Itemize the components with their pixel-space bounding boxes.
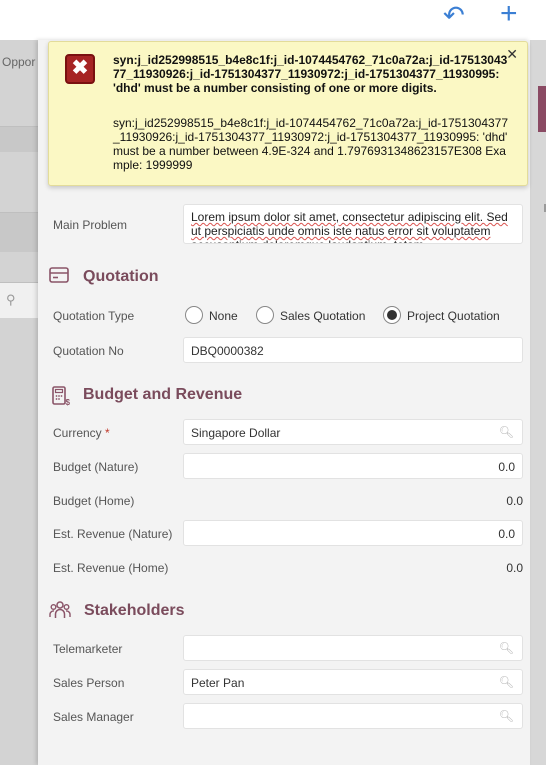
budget-section-title: Budget and Revenue [83, 386, 243, 403]
quotation-no-label: Quotation No [53, 344, 124, 358]
budget-home-label: Budget (Home) [53, 494, 135, 508]
quotation-no-field[interactable]: DBQ0000382 [183, 337, 523, 363]
search-icon[interactable]: 🔍︎ [499, 709, 514, 723]
radio-none-label[interactable]: None [209, 309, 238, 323]
radio-none[interactable] [185, 306, 203, 324]
budget-home-value: 0.0 [506, 494, 523, 508]
background-nav-label: Oppor [2, 55, 36, 69]
search-icon[interactable]: 🔍︎ [499, 641, 514, 655]
search-icon[interactable]: 🔍︎ [499, 425, 514, 439]
telemarketer-label: Telemarketer [53, 642, 123, 656]
radio-project-quotation-label[interactable]: Project Quotation [407, 309, 500, 323]
calculator-icon: $ [51, 386, 71, 409]
radio-sales-quotation-label[interactable]: Sales Quotation [280, 309, 365, 323]
currency-label: Currency * [53, 426, 110, 440]
stakeholders-section-title: Stakeholders [84, 602, 185, 619]
search-icon[interactable]: 🔍︎ [499, 675, 514, 689]
quotation-type-label: Quotation Type [53, 309, 135, 323]
sales-person-label: Sales Person [53, 676, 125, 690]
error-detail: syn:j_id252998515_b4e8c1f:j_id-107445476… [113, 116, 509, 172]
close-icon[interactable]: ✕ [506, 46, 518, 63]
svg-text:$: $ [66, 398, 71, 406]
est-revenue-nature-label: Est. Revenue (Nature) [53, 527, 173, 541]
est-revenue-nature-field[interactable]: 0.0 [183, 520, 523, 546]
error-message: ✖ ✕ syn:j_id252998515_b4e8c1f:j_id-10744… [48, 41, 528, 186]
error-icon: ✖ [65, 54, 95, 84]
radio-project-quotation[interactable] [383, 306, 401, 324]
background-accent-bar [538, 86, 546, 132]
plus-icon[interactable]: + [500, 0, 518, 29]
main-problem-label: Main Problem [53, 218, 128, 232]
budget-nature-label: Budget (Nature) [53, 460, 139, 474]
radio-sales-quotation[interactable] [256, 306, 274, 324]
sales-person-field[interactable]: Peter Pan 🔍︎ [183, 669, 523, 695]
credit-card-icon [49, 266, 69, 287]
required-marker: * [105, 426, 110, 440]
telemarketer-field[interactable]: 🔍︎ [183, 635, 523, 661]
budget-nature-field[interactable]: 0.0 [183, 453, 523, 479]
people-icon [49, 600, 71, 623]
sales-manager-label: Sales Manager [53, 710, 134, 724]
est-revenue-home-value: 0.0 [506, 561, 523, 575]
sales-manager-field[interactable]: 🔍︎ [183, 703, 523, 729]
quotation-section-title: Quotation [83, 268, 159, 285]
est-revenue-home-label: Est. Revenue (Home) [53, 561, 169, 575]
undo-icon[interactable]: ↶ [443, 2, 465, 28]
search-icon[interactable]: ⚲ [6, 292, 16, 308]
background-row [0, 126, 38, 152]
error-summary: syn:j_id252998515_b4e8c1f:j_id-107445476… [113, 53, 508, 95]
main-problem-textarea[interactable]: Lorem ipsum dolor sit amet, consectetur … [183, 204, 523, 244]
background-row [0, 212, 38, 252]
currency-field[interactable]: Singapore Dollar 🔍︎ [183, 419, 523, 445]
background-right-strip [530, 40, 546, 765]
